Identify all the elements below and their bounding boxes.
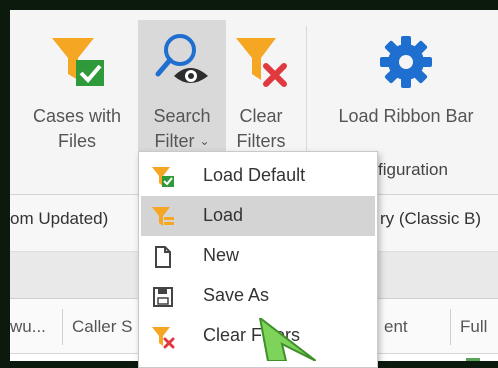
menu-item-new[interactable]: New [141,236,375,276]
cases-with-files-label-1: Cases with [32,106,122,126]
left-view-selector-text[interactable]: om Updated) [10,209,108,229]
attachment-icon [466,358,480,361]
funnel-list-icon [152,207,174,226]
column-header[interactable]: wu... [10,317,46,337]
save-icon [153,287,173,307]
load-ribbon-bar-label: Load Ribbon Bar [338,106,474,126]
cases-with-files-label-2: Files [57,131,96,151]
gear-icon [380,36,432,88]
column-header-caller[interactable]: Caller S [72,317,132,337]
clear-filters-label-1: Clear [239,106,283,126]
search-view-icon [155,34,208,83]
right-view-selector-text[interactable]: ry (Classic B) [380,209,481,229]
search-filter-label-1: Search [153,106,211,126]
search-filter-button[interactable]: Search Filter ⌄ [138,20,226,156]
ribbon-group-caption: figuration [378,160,448,179]
column-header[interactable]: ent [384,317,408,337]
search-filter-label-2: Filter [154,131,195,151]
menu-item-label: Load Default [203,165,306,185]
menu-item-label: Save As [203,285,270,305]
load-ribbon-bar-button[interactable]: Load Ribbon Bar [316,24,496,164]
ribbon-separator [306,26,307,162]
menu-item-load-default[interactable]: Load Default [141,156,375,196]
menu-item-save-as[interactable]: Save As [141,276,375,316]
column-divider[interactable] [450,309,451,345]
funnel-clear-icon [236,38,287,87]
cases-with-files-button[interactable]: Cases with Files [16,24,138,164]
funnel-check-icon [52,38,104,86]
pointer-arrow-icon [258,318,316,361]
menu-item-label: New [203,245,240,265]
clear-filters-button[interactable]: Clear Filters [228,24,294,164]
column-divider[interactable] [62,309,63,345]
new-document-icon [155,246,171,268]
menu-item-load[interactable]: Load [141,196,375,236]
funnel-clear-icon [152,327,175,349]
menu-item-label: Load [203,205,244,225]
funnel-check-icon [152,167,174,187]
column-header-full[interactable]: Full [460,317,487,337]
